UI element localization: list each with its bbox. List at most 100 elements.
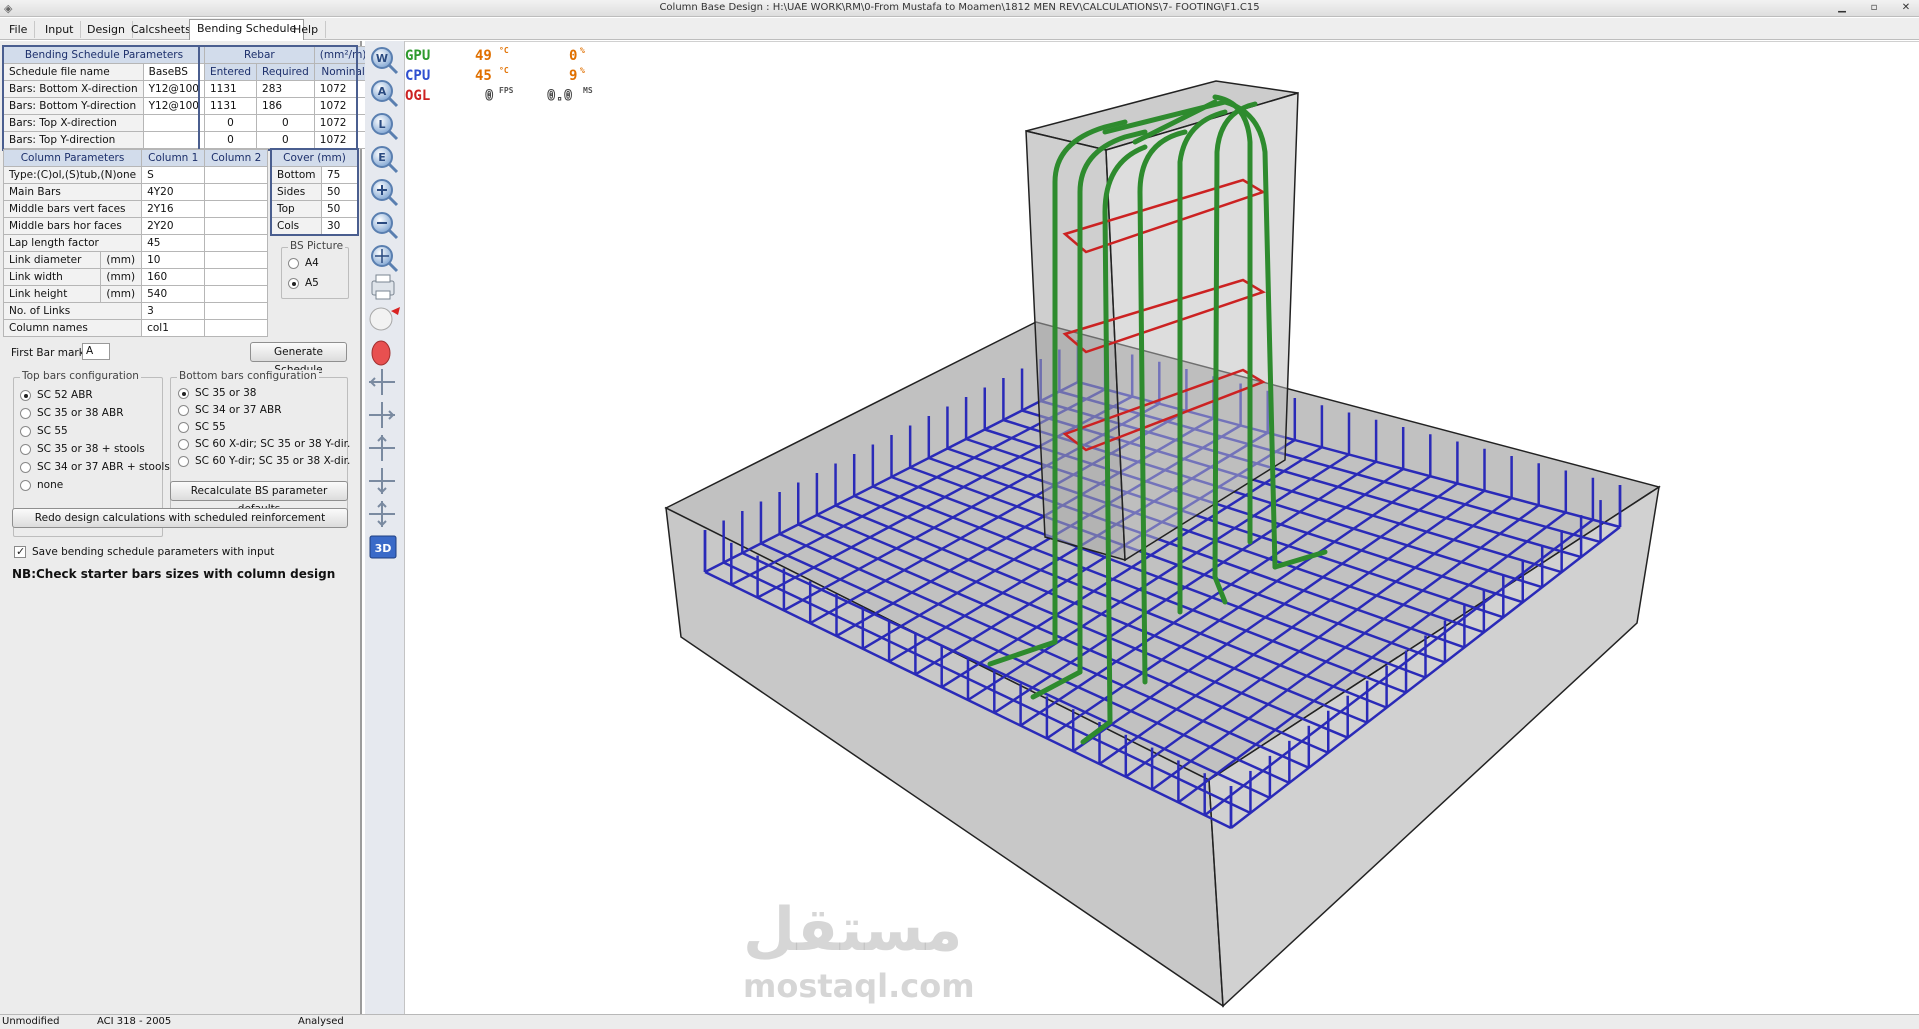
generate-schedule-button[interactable]: Generate Schedule: [250, 342, 347, 376]
cover-sides-field[interactable]: 50: [320, 183, 359, 201]
zoom-in-icon[interactable]: [371, 179, 399, 207]
radio-icon[interactable]: [20, 389, 31, 401]
main-bars-c1[interactable]: 4Y20: [141, 183, 206, 201]
radio-icon[interactable]: [178, 438, 189, 450]
footing-3d-model[interactable]: [405, 42, 1919, 1015]
top-y-bars-field[interactable]: [142, 131, 205, 149]
radio-icon[interactable]: [20, 425, 31, 437]
link-width-c1[interactable]: 160: [141, 268, 206, 286]
link-diameter-c1[interactable]: 10: [141, 251, 206, 269]
link-diameter-c2[interactable]: [204, 251, 268, 269]
3d-viewport[interactable]: GPU 49 °C 0 % CPU 45 °C 9 % OGL 0 FPS 0.…: [405, 41, 1919, 1014]
move-left-icon[interactable]: [369, 369, 395, 395]
top-bars-option[interactable]: SC 35 or 38 ABR: [20, 407, 124, 419]
zoom-all-icon[interactable]: A: [371, 80, 399, 108]
column-type-c2[interactable]: [204, 166, 268, 184]
bs-picture-a4-option[interactable]: A4: [288, 257, 319, 269]
bottom-y-bars-field[interactable]: Y12@100: [142, 97, 205, 115]
zoom-out-icon[interactable]: [371, 212, 399, 240]
top-bars-option[interactable]: SC 34 or 37 ABR + stools: [20, 461, 170, 473]
cover-cols-field[interactable]: 30: [320, 217, 359, 235]
color-sphere-icon[interactable]: [371, 340, 391, 366]
radio-icon[interactable]: [288, 257, 299, 269]
main-bars-c2[interactable]: [204, 183, 268, 201]
zoom-window-icon[interactable]: W: [371, 47, 399, 75]
menu-input[interactable]: Input: [38, 21, 82, 38]
close-icon[interactable]: ✕: [1897, 1, 1915, 15]
recalculate-defaults-button[interactable]: Recalculate BS parameter defaults: [170, 481, 348, 515]
top-x-nominal: 1072: [313, 114, 373, 132]
status-code: ACI 318 - 2005: [97, 1016, 172, 1027]
first-bar-mark-input[interactable]: A: [82, 343, 110, 360]
top-bars-option[interactable]: SC 35 or 38 + stools: [20, 443, 145, 455]
hor-bars-c1[interactable]: 2Y20: [141, 217, 206, 235]
bs-row-label: Schedule file name: [3, 63, 144, 81]
radio-icon[interactable]: [178, 421, 189, 433]
col-row-label: Link height: [2, 285, 102, 303]
top-bars-option[interactable]: SC 55: [20, 425, 68, 437]
bottom-x-bars-field[interactable]: Y12@100: [142, 80, 205, 98]
radio-icon[interactable]: [20, 407, 31, 419]
radio-icon[interactable]: [20, 443, 31, 455]
pan-icon[interactable]: [371, 245, 399, 273]
zoom-letter-a: A: [378, 85, 387, 98]
option-label: SC 34 or 37 ABR: [195, 404, 282, 416]
menu-help[interactable]: Help: [286, 21, 327, 38]
top-bars-option[interactable]: SC 52 ABR: [20, 389, 93, 401]
radio-icon[interactable]: [288, 277, 299, 289]
move-up-icon[interactable]: [369, 435, 395, 461]
cover-label: Sides: [271, 183, 322, 201]
cover-top-field[interactable]: 50: [320, 200, 359, 218]
radio-icon[interactable]: [178, 404, 189, 416]
bottom-bars-option[interactable]: SC 35 or 38: [178, 387, 256, 399]
col-row-label: Column names: [2, 319, 143, 337]
status-bar: Unmodified ACI 318 - 2005 Analysed: [0, 1014, 1919, 1029]
bottom-bars-option[interactable]: SC 34 or 37 ABR: [178, 404, 282, 416]
lap-factor-c1[interactable]: 45: [141, 234, 206, 252]
shading-sphere-icon[interactable]: [369, 307, 400, 331]
bottom-bars-option[interactable]: SC 60 Y-dir; SC 35 or 38 X-dir.: [178, 455, 350, 467]
top-x-bars-field[interactable]: [142, 114, 205, 132]
link-height-c1[interactable]: 540: [141, 285, 206, 303]
vert-bars-c2[interactable]: [204, 200, 268, 218]
hor-bars-c2[interactable]: [204, 217, 268, 235]
column-names-c1[interactable]: col1: [141, 319, 206, 337]
num-links-c1[interactable]: 3: [141, 302, 206, 320]
menu-file[interactable]: File: [2, 21, 36, 38]
option-label: SC 34 or 37 ABR + stools: [37, 461, 170, 473]
link-width-c2[interactable]: [204, 268, 268, 286]
bottom-bars-option[interactable]: SC 60 X-dir; SC 35 or 38 Y-dir.: [178, 438, 350, 450]
print-icon[interactable]: [371, 274, 395, 300]
radio-icon[interactable]: [178, 387, 189, 399]
radio-icon[interactable]: [178, 455, 189, 467]
top-bars-option[interactable]: none: [20, 479, 63, 491]
view-3d-icon[interactable]: 3D: [369, 535, 397, 559]
move-both-icon[interactable]: [369, 501, 395, 527]
zoom-extents-icon[interactable]: E: [371, 146, 399, 174]
menu-calcsheets[interactable]: Calcsheets: [124, 21, 199, 38]
link-height-c2[interactable]: [204, 285, 268, 303]
zoom-last-icon[interactable]: L: [371, 113, 399, 141]
bottom-x-nominal: 1072: [313, 80, 373, 98]
lap-factor-c2[interactable]: [204, 234, 268, 252]
checkbox-icon[interactable]: [14, 545, 26, 558]
column-type-c1[interactable]: S: [141, 166, 206, 184]
bs-picture-a5-option[interactable]: A5: [288, 277, 319, 289]
move-down-icon[interactable]: [369, 468, 395, 494]
schedule-file-name-field[interactable]: BaseBS: [142, 63, 205, 81]
num-links-c2[interactable]: [204, 302, 268, 320]
cover-header: Cover (mm): [271, 149, 358, 167]
vert-bars-c1[interactable]: 2Y16: [141, 200, 206, 218]
col-row-unit: (mm): [100, 285, 143, 303]
save-params-checkbox-row[interactable]: Save bending schedule parameters with in…: [14, 545, 274, 558]
radio-icon[interactable]: [20, 479, 31, 491]
move-right-icon[interactable]: [369, 402, 395, 428]
maximize-icon[interactable]: ▫: [1865, 1, 1883, 15]
radio-icon[interactable]: [20, 461, 31, 473]
col-row-label: Link width: [2, 268, 102, 286]
cover-bottom-field[interactable]: 75: [320, 166, 359, 184]
redo-design-button[interactable]: Redo design calculations with scheduled …: [12, 508, 348, 528]
bottom-bars-option[interactable]: SC 55: [178, 421, 226, 433]
minimize-icon[interactable]: ▁: [1833, 1, 1851, 15]
column-names-c2[interactable]: [204, 319, 268, 337]
